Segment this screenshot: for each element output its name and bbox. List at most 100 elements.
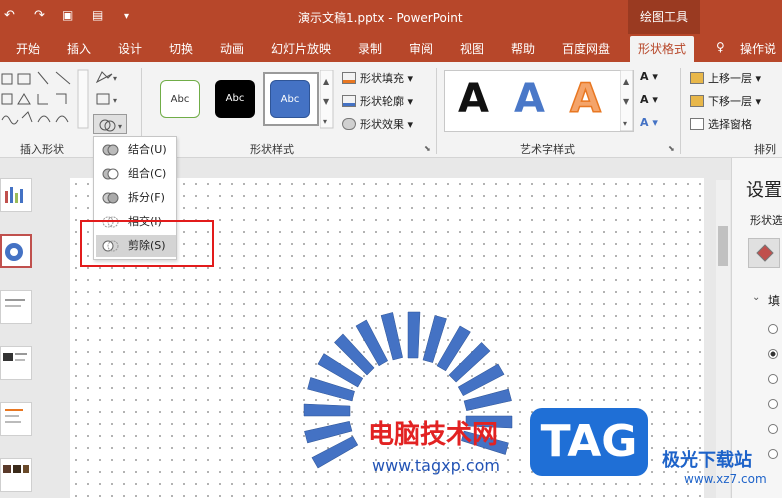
shape-styles-scroll[interactable]: ▲ ▼ ▾ bbox=[320, 70, 334, 130]
merge-shapes-button[interactable]: ▾ bbox=[93, 114, 127, 134]
edit-shape-icon[interactable]: ▾ bbox=[95, 70, 117, 84]
watermark-site-name: 极光下载站 bbox=[662, 450, 752, 471]
textbox-icon[interactable]: ▾ bbox=[96, 92, 117, 106]
wordart-style-blue[interactable]: A bbox=[514, 76, 545, 122]
send-backward-label: 下移一层 bbox=[708, 95, 752, 108]
shape-outline-label: 形状轮廓 bbox=[360, 95, 404, 108]
wordart-style-orange[interactable]: A bbox=[569, 75, 601, 123]
text-outline-icon[interactable]: A ▾ bbox=[640, 93, 658, 106]
svg-text:▼: ▼ bbox=[623, 97, 630, 106]
wordart-styles-scroll[interactable]: ▲ ▼ ▾ bbox=[620, 70, 634, 132]
group-label-arrange: 排列 bbox=[754, 143, 776, 156]
shapes-gallery[interactable] bbox=[0, 68, 92, 132]
fill-line-tab-icon[interactable] bbox=[748, 238, 780, 268]
watermark-url: www.tagxp.com bbox=[372, 456, 500, 475]
present-icon[interactable]: ▣ bbox=[62, 8, 73, 22]
group-label-insert-shapes: 插入形状 bbox=[20, 143, 64, 156]
slide-thumbnail[interactable] bbox=[0, 402, 32, 436]
watermark-site-url: www.xz7.com bbox=[684, 472, 767, 486]
fill-option-radio[interactable] bbox=[768, 399, 778, 409]
fill-option-radio-selected[interactable] bbox=[768, 349, 778, 359]
group-divider bbox=[436, 68, 437, 154]
tab-insert[interactable]: 插入 bbox=[67, 40, 91, 57]
tab-help[interactable]: 帮助 bbox=[511, 40, 535, 57]
shape-fill-button[interactable]: 形状填充 ▾ bbox=[342, 70, 413, 86]
fill-option-radio[interactable] bbox=[768, 449, 778, 459]
annotation-highlight-box bbox=[80, 220, 214, 267]
context-tab-drawing-tools: 绘图工具 bbox=[628, 0, 700, 34]
fragment-icon bbox=[102, 192, 119, 204]
tab-transitions[interactable]: 切换 bbox=[169, 40, 193, 57]
selection-pane-icon bbox=[690, 118, 704, 130]
tab-slideshow[interactable]: 幻灯片放映 bbox=[271, 40, 331, 57]
slide-thumbnail-selected[interactable] bbox=[0, 234, 32, 268]
pen-outline-icon bbox=[342, 95, 356, 107]
svg-text:▲: ▲ bbox=[323, 77, 330, 86]
paint-bucket-icon bbox=[342, 72, 356, 84]
send-backward-button[interactable]: 下移一层 ▾ bbox=[690, 93, 761, 109]
shape-effect-label: 形状效果 bbox=[360, 118, 404, 131]
tab-home[interactable]: 开始 bbox=[16, 40, 40, 57]
pane-title: 设置 bbox=[746, 180, 782, 201]
title-bar: ↶ ↷ ▣ ▤ ▾ 演示文稿1.pptx - PowerPoint 绘图工具 bbox=[0, 0, 782, 34]
bring-forward-button[interactable]: 上移一层 ▾ bbox=[690, 70, 761, 86]
fill-option-radio[interactable] bbox=[768, 324, 778, 334]
svg-text:▾: ▾ bbox=[118, 122, 122, 131]
menu-item-label: 结合(U) bbox=[128, 143, 167, 156]
tab-record[interactable]: 录制 bbox=[358, 40, 382, 57]
group-label-wordart-styles: 艺术字样式 bbox=[520, 143, 575, 156]
menu-item-union[interactable]: 结合(U) bbox=[96, 139, 176, 161]
menu-item-label: 拆分(F) bbox=[128, 191, 165, 204]
shape-style-outline-green[interactable]: Abc bbox=[160, 80, 200, 118]
watermark-cn-text: 电脑技术网 bbox=[368, 420, 499, 450]
slide-thumbnail[interactable] bbox=[0, 346, 32, 380]
text-fill-icon[interactable]: A ▾ bbox=[640, 70, 658, 83]
fill-section-header[interactable]: 填 bbox=[768, 292, 780, 309]
group-divider bbox=[680, 68, 681, 154]
text-effects-icon[interactable]: A ▾ bbox=[640, 116, 658, 129]
undo-icon[interactable]: ↶ bbox=[4, 8, 15, 23]
wordart-style-black[interactable]: A bbox=[458, 76, 489, 122]
shape-styles-launcher-icon[interactable]: ⬊ bbox=[424, 144, 431, 153]
tab-review[interactable]: 审阅 bbox=[409, 40, 433, 57]
svg-text:▲: ▲ bbox=[623, 77, 630, 86]
slide-thumbnail[interactable] bbox=[0, 290, 32, 324]
group-label-shape-styles: 形状样式 bbox=[250, 143, 294, 156]
shape-style-black[interactable]: Abc bbox=[215, 80, 255, 118]
fill-option-radio[interactable] bbox=[768, 374, 778, 384]
watermark-tag-logo: TAG bbox=[530, 408, 648, 476]
tab-design[interactable]: 设计 bbox=[118, 40, 142, 57]
ribbon-tabs: 开始 插入 设计 切换 动画 幻灯片放映 录制 审阅 视图 帮助 百度网盘 形状… bbox=[0, 34, 782, 62]
tab-shape-format[interactable]: 形状格式 bbox=[630, 36, 695, 62]
fill-option-radio[interactable] bbox=[768, 424, 778, 434]
tab-view[interactable]: 视图 bbox=[460, 40, 484, 57]
pane-subtitle[interactable]: 形状选 bbox=[750, 212, 782, 228]
scrollbar-thumb[interactable] bbox=[718, 226, 728, 266]
wordart-styles-launcher-icon[interactable]: ⬊ bbox=[668, 144, 675, 153]
lightbulb-icon[interactable]: ♀ bbox=[716, 40, 725, 54]
svg-text:▾: ▾ bbox=[113, 74, 117, 83]
menu-item-fragment[interactable]: 拆分(F) bbox=[96, 187, 176, 209]
collapse-chevron-icon[interactable]: ⌄ bbox=[752, 292, 760, 303]
bring-forward-label: 上移一层 bbox=[708, 72, 752, 85]
tab-animations[interactable]: 动画 bbox=[220, 40, 244, 57]
preview-icon[interactable]: ▤ bbox=[92, 8, 103, 22]
tab-tell-me[interactable]: 操作说 bbox=[740, 40, 776, 57]
selection-pane-button[interactable]: 选择窗格 bbox=[690, 116, 752, 132]
svg-text:▼: ▼ bbox=[323, 97, 330, 106]
svg-text:▾: ▾ bbox=[623, 119, 627, 128]
shape-outline-button[interactable]: 形状轮廓 ▾ bbox=[342, 93, 413, 109]
menu-item-combine[interactable]: 组合(C) bbox=[96, 163, 176, 185]
combine-icon bbox=[102, 168, 119, 180]
slide-thumbnail[interactable] bbox=[0, 178, 32, 212]
slide-thumbnails-pane bbox=[0, 158, 56, 498]
bring-forward-icon bbox=[690, 72, 704, 84]
tab-baidu-netdisk[interactable]: 百度网盘 bbox=[562, 40, 610, 57]
redo-icon[interactable]: ↷ bbox=[34, 8, 45, 23]
customize-qat-icon[interactable]: ▾ bbox=[124, 11, 129, 22]
shape-style-blue[interactable]: Abc bbox=[270, 80, 310, 118]
slide-thumbnail[interactable] bbox=[0, 458, 32, 492]
shape-fill-label: 形状填充 bbox=[360, 72, 404, 85]
svg-text:▾: ▾ bbox=[323, 117, 327, 126]
shape-effect-button[interactable]: 形状效果 ▾ bbox=[342, 116, 413, 132]
